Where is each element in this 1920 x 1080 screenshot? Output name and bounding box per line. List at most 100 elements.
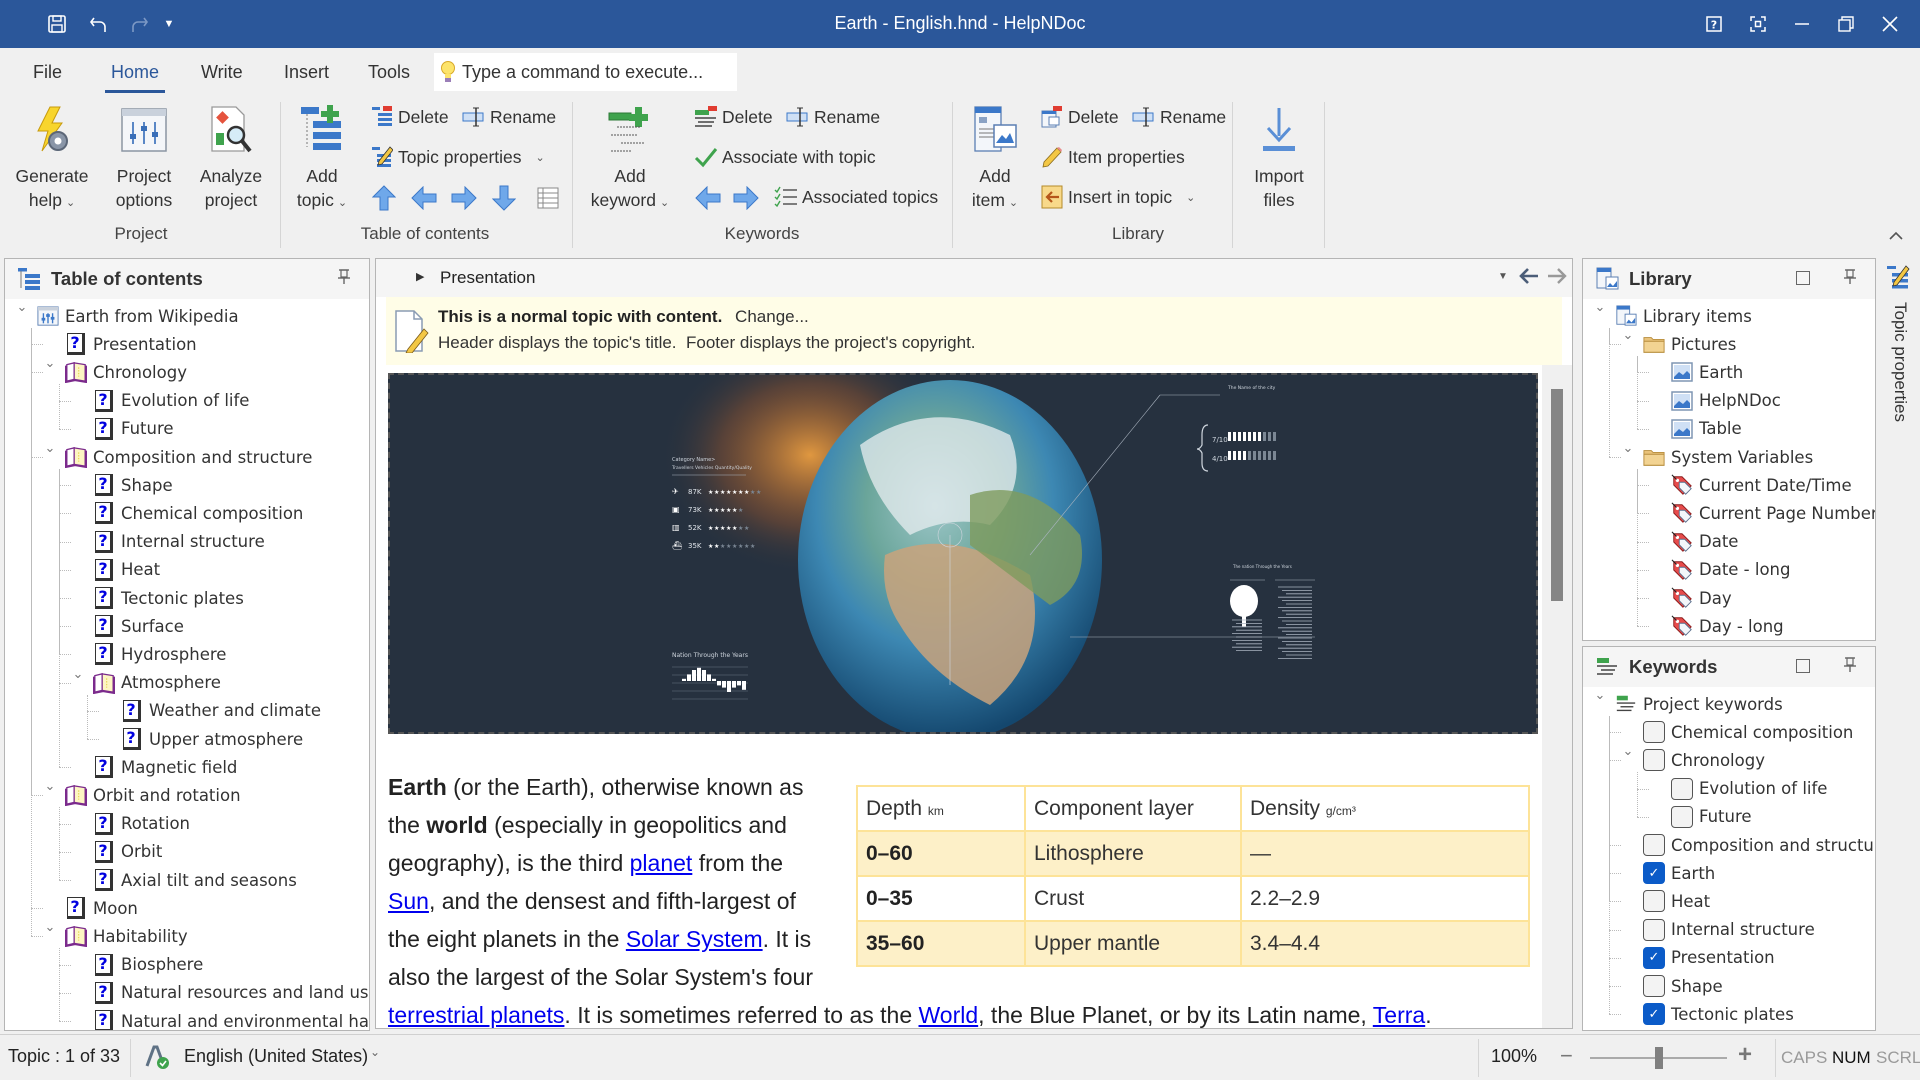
toc-item[interactable]: ? Tectonic plates bbox=[93, 584, 244, 612]
link-world[interactable]: World bbox=[919, 1002, 979, 1028]
library-item[interactable]: ⌄ Library items bbox=[1595, 300, 1752, 330]
keyword-checkbox[interactable] bbox=[1643, 975, 1665, 997]
item-properties-button[interactable]: Item properties bbox=[1040, 142, 1185, 172]
keyword-item[interactable]: ⌄ Chronology bbox=[1623, 744, 1765, 774]
library-item[interactable]: Earth bbox=[1671, 358, 1743, 386]
library-item[interactable]: Day - long bbox=[1671, 612, 1784, 640]
tab-write[interactable]: Write bbox=[201, 62, 243, 83]
toc-item[interactable]: ? Natural resources and land use bbox=[93, 979, 369, 1007]
tab-home[interactable]: Home bbox=[104, 62, 166, 93]
zoom-out-button[interactable]: − bbox=[1560, 1043, 1573, 1069]
command-search-box[interactable] bbox=[434, 53, 737, 91]
toc-item[interactable]: ? Evolution of life bbox=[93, 387, 249, 415]
keyword-item[interactable]: Evolution of life bbox=[1671, 775, 1827, 803]
topic-properties-side-tab[interactable]: Topic properties bbox=[1880, 258, 1920, 438]
keyword-item[interactable]: Composition and structure bbox=[1643, 831, 1875, 859]
editor-vertical-scrollbar[interactable] bbox=[1542, 365, 1572, 1028]
toc-item[interactable]: ? Hydrosphere bbox=[93, 640, 226, 668]
collapse-chevron-icon[interactable]: ⌄ bbox=[43, 356, 57, 371]
maximize-panel-icon[interactable] bbox=[1796, 659, 1810, 673]
toc-item[interactable]: ⌄ Orbit and rotation bbox=[45, 779, 241, 809]
link-solar-system[interactable]: Solar System bbox=[626, 926, 763, 952]
move-down-button[interactable] bbox=[490, 184, 518, 212]
toc-item[interactable]: ? Shape bbox=[93, 471, 173, 499]
library-item[interactable]: ⌄ System Variables bbox=[1623, 441, 1814, 471]
add-item-button[interactable]: Add item ⌄ bbox=[960, 104, 1030, 215]
collapse-chevron-icon[interactable]: ⌄ bbox=[1621, 328, 1635, 343]
tab-insert[interactable]: Insert bbox=[284, 62, 329, 83]
toc-item[interactable]: ⌄ Atmosphere bbox=[73, 667, 221, 697]
keyword-item[interactable]: Heat bbox=[1643, 887, 1710, 915]
expand-breadcrumb-icon[interactable]: ▶ bbox=[416, 270, 424, 283]
collapse-chevron-icon[interactable]: ⌄ bbox=[43, 779, 57, 794]
library-item[interactable]: Date - long bbox=[1671, 556, 1791, 584]
generate-help-button[interactable]: Generate help ⌄ bbox=[14, 104, 90, 215]
library-item[interactable]: Current Page Number bbox=[1671, 499, 1875, 527]
library-item[interactable]: HelpNDoc bbox=[1671, 387, 1781, 415]
pin-icon[interactable] bbox=[338, 269, 350, 289]
keyword-move-left-button[interactable] bbox=[694, 184, 722, 212]
restore-icon[interactable] bbox=[1824, 6, 1868, 42]
collapse-chevron-icon[interactable]: ⌄ bbox=[1593, 688, 1607, 703]
toc-item[interactable]: ? Orbit bbox=[93, 838, 162, 866]
keyword-checkbox[interactable] bbox=[1671, 777, 1693, 800]
toc-item[interactable]: ? Heat bbox=[93, 556, 160, 584]
import-files-button[interactable]: Import files bbox=[1242, 104, 1316, 212]
list-view-button[interactable] bbox=[534, 184, 562, 212]
earth-layers-table[interactable]: Depth km Component layer Density g/cm³ 0… bbox=[856, 785, 1530, 967]
history-dropdown-icon[interactable]: ▼ bbox=[1498, 271, 1508, 282]
associate-with-topic-button[interactable]: Associate with topic bbox=[694, 142, 876, 172]
keyword-item[interactable]: ✓ Presentation bbox=[1643, 944, 1775, 972]
collapse-chevron-icon[interactable]: ⌄ bbox=[1621, 441, 1635, 456]
pin-icon[interactable] bbox=[1844, 269, 1856, 289]
toc-item[interactable]: ? Natural and environmental hazards bbox=[93, 1007, 369, 1030]
toc-item[interactable]: ? Chemical composition bbox=[93, 499, 303, 527]
maximize-panel-icon[interactable] bbox=[1796, 271, 1810, 285]
link-terra[interactable]: Terra bbox=[1373, 1002, 1425, 1028]
move-right-button[interactable] bbox=[450, 184, 478, 212]
toc-rename-button[interactable]: Rename bbox=[462, 102, 556, 132]
tab-file[interactable]: File bbox=[33, 62, 62, 83]
toc-delete-button[interactable]: Delete bbox=[370, 102, 449, 132]
keyword-item[interactable]: Future bbox=[1671, 803, 1752, 831]
toc-item[interactable]: ? Axial tilt and seasons bbox=[93, 866, 297, 894]
library-item[interactable]: Date bbox=[1671, 528, 1738, 556]
add-topic-button[interactable]: Add topic ⌄ bbox=[290, 104, 354, 215]
keyword-checkbox[interactable] bbox=[1643, 834, 1665, 856]
library-item[interactable]: ⌄ Pictures bbox=[1623, 328, 1737, 358]
keyword-delete-button[interactable]: Delete bbox=[694, 102, 773, 132]
library-item[interactable]: Table bbox=[1671, 415, 1742, 443]
language-dropdown-icon[interactable]: ⌄ bbox=[370, 1045, 380, 1059]
associated-topics-button[interactable]: Associated topics bbox=[774, 182, 938, 212]
keyword-item[interactable]: Chemical composition bbox=[1643, 718, 1853, 746]
collapse-ribbon-icon[interactable] bbox=[1888, 228, 1904, 246]
zoom-in-button[interactable]: + bbox=[1738, 1041, 1752, 1069]
keyword-checkbox[interactable] bbox=[1643, 721, 1665, 744]
spellcheck-language-icon[interactable] bbox=[144, 1044, 170, 1075]
keyword-checkbox[interactable] bbox=[1643, 918, 1665, 941]
scrollbar-thumb[interactable] bbox=[1551, 389, 1563, 601]
fullscreen-icon[interactable] bbox=[1736, 6, 1780, 42]
toc-item[interactable]: ? Rotation bbox=[93, 810, 190, 838]
insert-in-topic-button[interactable]: Insert in topic ⌄ bbox=[1040, 182, 1195, 212]
keyword-checkbox[interactable]: ✓ bbox=[1643, 946, 1665, 969]
language-selector[interactable]: English (United States) bbox=[184, 1046, 368, 1067]
change-topic-kind-link[interactable]: Change... bbox=[735, 307, 809, 326]
toc-item[interactable]: ? Upper atmosphere bbox=[121, 725, 303, 753]
collapse-chevron-icon[interactable]: ⌄ bbox=[43, 441, 57, 456]
keyword-item[interactable]: Shape bbox=[1643, 972, 1723, 1000]
keyword-item[interactable]: Internal structure bbox=[1643, 916, 1815, 944]
editor-content[interactable]: Category Name> Travellers Vehicles Quant… bbox=[386, 373, 1540, 1028]
tab-tools[interactable]: Tools bbox=[368, 62, 410, 83]
earth-infographic-image[interactable]: Category Name> Travellers Vehicles Quant… bbox=[388, 373, 1538, 734]
back-arrow-icon[interactable] bbox=[1518, 265, 1540, 292]
toc-item[interactable]: ? Presentation bbox=[65, 330, 197, 358]
pin-icon[interactable] bbox=[1844, 657, 1856, 677]
keyword-item[interactable]: ⌄ Project keywords bbox=[1595, 688, 1783, 718]
toc-item[interactable]: ? Biosphere bbox=[93, 951, 203, 979]
library-item[interactable]: Current Date/Time bbox=[1671, 471, 1852, 499]
library-item[interactable]: Day bbox=[1671, 584, 1732, 612]
help-icon[interactable]: ? bbox=[1692, 6, 1736, 42]
minimize-icon[interactable] bbox=[1780, 6, 1824, 42]
keyword-move-right-button[interactable] bbox=[732, 184, 760, 212]
